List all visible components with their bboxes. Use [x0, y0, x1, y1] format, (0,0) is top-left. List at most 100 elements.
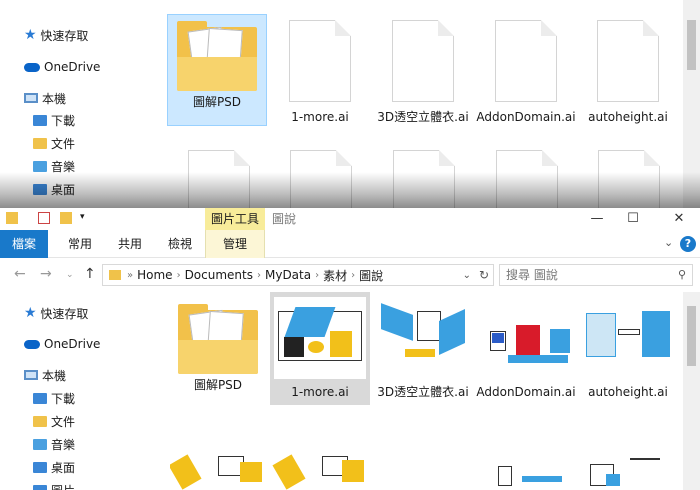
document-icon [393, 150, 455, 208]
nav-onedrive[interactable]: OneDrive [24, 333, 100, 355]
new-folder-icon[interactable] [60, 212, 72, 224]
file-tile[interactable]: AddonDomain.ai [476, 20, 576, 125]
file-name: autoheight.ai [588, 385, 668, 399]
chevron-right-icon: » [127, 269, 134, 281]
breadcrumb[interactable]: » Home › Documents › MyData › 素材 › 圖說 ⌄ ↻ [102, 264, 494, 286]
crumb-documents[interactable]: Documents [185, 268, 253, 282]
top-scrollbar[interactable] [683, 0, 700, 208]
chevron-right-icon[interactable]: › [177, 270, 181, 281]
image-thumbnail[interactable] [580, 440, 676, 490]
tab-manage[interactable]: 管理 [205, 230, 265, 258]
close-button[interactable]: ✕ [662, 208, 696, 230]
scrollbar-thumb[interactable] [687, 306, 696, 366]
nav-label: 本機 [42, 91, 67, 106]
nav-downloads[interactable]: 下載 [33, 109, 75, 131]
nav-music[interactable]: 音樂 [33, 433, 75, 455]
crumb-home[interactable]: Home [137, 268, 172, 282]
forward-arrow-icon[interactable]: → [40, 266, 52, 282]
nav-label: 快速存取 [40, 306, 89, 321]
back-arrow-icon[interactable]: ← [14, 266, 26, 282]
document-icon [495, 20, 557, 102]
tab-file[interactable]: 檔案 [0, 230, 48, 258]
search-icon[interactable]: ⚲ [678, 268, 686, 281]
chevron-right-icon[interactable]: › [257, 270, 261, 281]
chevron-right-icon[interactable]: › [351, 270, 355, 281]
minimize-button[interactable]: — [580, 208, 614, 230]
file-name: AddonDomain.ai [476, 385, 576, 399]
nav-downloads[interactable]: 下載 [33, 387, 75, 409]
scrollbar-thumb[interactable] [687, 20, 696, 70]
nav-label: 下載 [51, 113, 76, 128]
crumb-material[interactable]: 素材 [323, 267, 347, 284]
file-name: 1-more.ai [291, 385, 349, 399]
music-folder-icon [33, 438, 47, 450]
file-name: autoheight.ai [588, 110, 668, 124]
refresh-icon[interactable]: ↻ [479, 268, 489, 282]
nav-music[interactable]: 音樂 [33, 155, 75, 177]
title-bar: ▾ 圖片工具 圖說 — ☐ ✕ [0, 208, 700, 230]
folder-icon [109, 270, 121, 280]
nav-this-pc[interactable]: 本機 [24, 87, 66, 109]
crumb-mydata[interactable]: MyData [265, 268, 311, 282]
nav-documents[interactable]: 文件 [33, 410, 75, 432]
nav-desktop[interactable]: 桌面 [33, 456, 75, 478]
nav-label: 圖片 [51, 482, 75, 490]
desktop-folder-icon [33, 183, 47, 195]
folder-icon [178, 304, 258, 374]
help-icon[interactable]: ? [680, 236, 696, 252]
bottom-explorer-pane: ▾ 圖片工具 圖說 — ☐ ✕ 檔案 常用 共用 檢視 管理 ⌄ ? ← → ⌄… [0, 208, 700, 490]
computer-icon [24, 370, 38, 380]
chevron-right-icon[interactable]: › [315, 270, 319, 281]
folder-icon [177, 21, 257, 91]
nav-label: 快速存取 [40, 28, 89, 43]
file-tile[interactable]: autoheight.ai [578, 292, 678, 400]
nav-desktop[interactable]: 桌面 [33, 178, 75, 200]
chevron-down-icon[interactable]: ⌄ [664, 236, 673, 249]
nav-pictures[interactable]: 圖片 [33, 479, 75, 490]
chevron-down-icon[interactable]: ⌄ [463, 270, 471, 281]
nav-onedrive[interactable]: OneDrive [24, 56, 100, 78]
nav-label: 桌面 [51, 460, 76, 475]
nav-quick-access[interactable]: ★ 快速存取 [24, 24, 88, 46]
document-icon [392, 20, 454, 102]
up-arrow-icon[interactable]: ↑ [84, 266, 96, 282]
image-thumbnail[interactable] [478, 440, 574, 490]
tab-home[interactable]: 常用 [58, 230, 102, 258]
file-tile[interactable]: 3D透空立體衣.ai [373, 20, 473, 125]
nav-label: OneDrive [44, 60, 101, 74]
file-tile[interactable]: AddonDomain.ai [476, 292, 576, 400]
quick-access-dropdown-icon[interactable]: ▾ [80, 212, 85, 222]
recent-dropdown-icon[interactable]: ⌄ [66, 270, 74, 280]
image-thumbnail[interactable] [170, 440, 266, 490]
nav-this-pc[interactable]: 本機 [24, 364, 66, 386]
star-icon: ★ [24, 305, 37, 321]
image-thumbnail[interactable] [272, 440, 368, 490]
file-tile-folder[interactable]: 圖解PSD [168, 300, 268, 393]
folder-icon [6, 212, 18, 224]
image-thumbnail [377, 297, 469, 379]
file-tile[interactable]: 1-more.ai [270, 20, 370, 125]
nav-documents[interactable]: 文件 [33, 132, 75, 154]
nav-label: 音樂 [51, 159, 76, 174]
nav-label: 文件 [51, 136, 76, 151]
properties-icon[interactable] [38, 212, 50, 224]
search-input[interactable]: 搜尋 圖說 [499, 264, 693, 286]
document-icon [290, 150, 352, 208]
maximize-button[interactable]: ☐ [616, 208, 650, 230]
document-icon [598, 150, 660, 208]
file-tile-folder[interactable]: 圖解PSD [167, 14, 267, 126]
image-thumbnail [480, 297, 572, 379]
file-tile[interactable]: autoheight.ai [578, 20, 678, 125]
bottom-scrollbar[interactable] [683, 292, 700, 490]
file-tile[interactable]: 3D透空立體衣.ai [373, 292, 473, 400]
crumb-current[interactable]: 圖說 [359, 267, 383, 284]
document-icon [289, 20, 351, 102]
nav-label: 桌面 [51, 182, 76, 197]
file-tile-selected[interactable]: 1-more.ai [270, 292, 370, 405]
tab-share[interactable]: 共用 [108, 230, 152, 258]
nav-label: 本機 [42, 368, 67, 383]
nav-quick-access[interactable]: ★ 快速存取 [24, 302, 88, 324]
tab-view[interactable]: 檢視 [158, 230, 202, 258]
file-name: 3D透空立體衣.ai [377, 110, 469, 124]
file-name: 圖解PSD [193, 378, 243, 392]
